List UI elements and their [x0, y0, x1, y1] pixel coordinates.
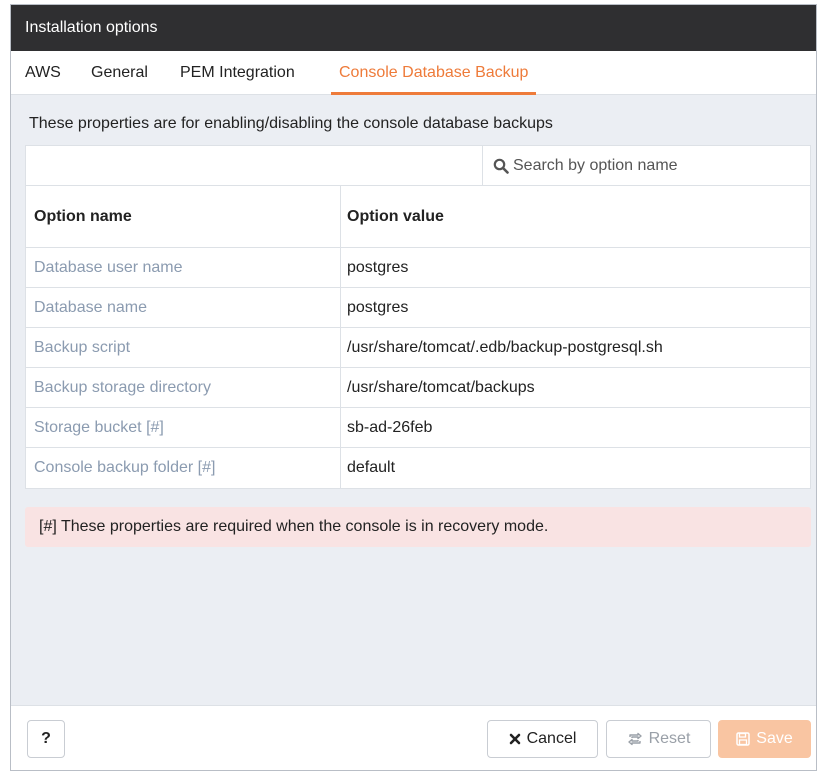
column-header-option-value: Option value: [347, 207, 444, 225]
help-button[interactable]: ?: [27, 720, 65, 758]
table-row[interactable]: Database name postgres: [26, 288, 810, 328]
table-row[interactable]: Backup script /usr/share/tomcat/.edb/bac…: [26, 328, 810, 368]
table-row[interactable]: Console backup folder [#] default: [26, 448, 810, 488]
close-icon: [509, 733, 520, 745]
dialog-title: Installation options: [11, 5, 816, 51]
options-grid: Search by option name Option name Option…: [25, 145, 811, 489]
recovery-mode-note: [#] These properties are required when t…: [25, 507, 811, 547]
tab-aws[interactable]: AWS: [25, 51, 61, 95]
search-row: Search by option name: [26, 146, 810, 186]
section-description: These properties are for enabling/disabl…: [29, 115, 553, 132]
tab-bar: AWS General PEM Integration Console Data…: [11, 51, 816, 95]
option-value-cell[interactable]: sb-ad-26feb: [341, 408, 810, 447]
save-button[interactable]: Save: [718, 720, 811, 758]
option-value-cell[interactable]: postgres: [341, 288, 810, 327]
tab-console-database-backup[interactable]: Console Database Backup: [331, 51, 537, 95]
reset-button[interactable]: Reset: [606, 720, 711, 758]
save-icon: [736, 732, 751, 746]
dialog-footer: ? Cancel Reset Save: [11, 705, 816, 770]
search-icon: [493, 158, 509, 174]
option-value-cell[interactable]: postgres: [341, 248, 810, 287]
option-value-cell[interactable]: default: [341, 448, 810, 488]
search-placeholder: Search by option name: [513, 156, 678, 174]
option-name-cell: Console backup folder [#]: [26, 448, 341, 488]
tab-general[interactable]: General: [91, 51, 148, 95]
column-header-option-name: Option name: [26, 186, 341, 247]
option-name-cell: Database name: [26, 288, 341, 327]
table-header-row: Option name Option value: [26, 186, 810, 248]
option-value-cell[interactable]: /usr/share/tomcat/.edb/backup-postgresql…: [341, 328, 810, 367]
option-name-cell: Storage bucket [#]: [26, 408, 341, 447]
recycle-icon: [627, 732, 642, 746]
option-name-cell: Database user name: [26, 248, 341, 287]
installation-options-dialog: Installation options AWS General PEM Int…: [10, 4, 817, 771]
tab-pem-integration[interactable]: PEM Integration: [180, 51, 295, 95]
table-row[interactable]: Database user name postgres: [26, 248, 810, 288]
table-row[interactable]: Backup storage directory /usr/share/tomc…: [26, 368, 810, 408]
table-row[interactable]: Storage bucket [#] sb-ad-26feb: [26, 408, 810, 448]
search-input[interactable]: Search by option name: [482, 146, 812, 185]
option-name-cell: Backup storage directory: [26, 368, 341, 407]
reset-label: Reset: [648, 730, 691, 747]
cancel-button[interactable]: Cancel: [487, 720, 598, 758]
cancel-label: Cancel: [526, 730, 577, 747]
option-value-cell[interactable]: /usr/share/tomcat/backups: [341, 368, 810, 407]
save-label: Save: [756, 730, 793, 747]
option-name-cell: Backup script: [26, 328, 341, 367]
